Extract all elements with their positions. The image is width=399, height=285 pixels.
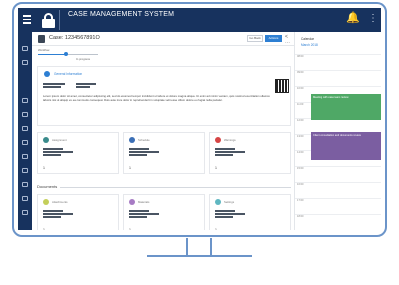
info-icon — [44, 71, 50, 77]
card-title: Warnings — [224, 138, 236, 142]
card-icon — [43, 199, 49, 205]
nav-settings-icon[interactable] — [22, 196, 28, 201]
calendar-slot — [295, 198, 381, 199]
screen: CASE MANAGEMENT SYSTEM 🔔 ⋮ Case: 1234567… — [18, 8, 381, 230]
card-count: 1 — [215, 166, 217, 170]
lock-icon — [40, 10, 60, 30]
documents-section[interactable]: Documents — [37, 183, 291, 191]
calendar-slot — [295, 54, 381, 55]
card-fields — [129, 148, 159, 157]
calendar-header: Calendar — [301, 37, 314, 41]
calendar-time: 11:00 — [297, 103, 304, 106]
card-icon — [43, 137, 49, 143]
card-fields — [129, 210, 159, 219]
calendar-time: 09:00 — [297, 71, 304, 74]
calendar-time: 14:00 — [297, 151, 304, 154]
calendar-time: 08:00 — [297, 55, 304, 58]
menu-icon[interactable] — [23, 15, 31, 24]
calendar-slot — [295, 86, 381, 87]
info-fields — [76, 83, 96, 89]
calendar-time: 17:00 — [297, 199, 304, 202]
card-fields — [43, 210, 73, 219]
summary-card[interactable]: Warnings 1 — [209, 132, 291, 174]
card-title: Schedule — [138, 138, 150, 142]
app-title: CASE MANAGEMENT SYSTEM — [68, 11, 175, 18]
workflow-progress: Workflow In progress — [38, 48, 98, 62]
calendar-time: 13:00 — [297, 135, 304, 138]
progress-fill — [38, 54, 65, 55]
calendar-date[interactable]: March 2018 — [301, 43, 318, 47]
top-bar: CASE MANAGEMENT SYSTEM 🔔 ⋮ — [18, 8, 381, 32]
left-sidebar — [18, 32, 32, 230]
card-icon — [129, 199, 135, 205]
progress-marker — [64, 52, 68, 56]
summary-card[interactable]: Settings 1 — [209, 194, 291, 230]
monitor-stand-neck — [186, 238, 212, 256]
calendar-event[interactable]: Meeting with case team review — [311, 94, 381, 120]
card-count: 1 — [129, 166, 131, 170]
calendar-panel: Calendar March 2018 08:00 09:00 10:00 11:00… — [294, 32, 381, 230]
card-fields — [215, 148, 245, 157]
card-count: 1 — [43, 166, 45, 170]
nav-star-icon[interactable] — [22, 154, 28, 159]
more-options-icon[interactable]: ⋮ — [368, 14, 378, 24]
card-title: Attachments — [52, 200, 68, 204]
calendar-slot — [295, 166, 381, 167]
calendar-slot — [295, 182, 381, 183]
case-icon — [38, 35, 45, 43]
nav-home-icon[interactable] — [22, 60, 28, 65]
card-fields — [43, 148, 73, 157]
documents-label[interactable]: Documents — [37, 184, 61, 189]
case-header: Case: 1234567891O Go Back Actions < ⋯ — [32, 32, 294, 46]
card-icon — [215, 137, 221, 143]
card-fields — [215, 210, 245, 219]
nav-case-icon[interactable] — [22, 126, 28, 131]
general-information-card: General Information Lorem ipsum dolor si… — [37, 66, 291, 126]
summary-card[interactable]: Assignment 1 — [37, 132, 119, 174]
summary-card[interactable]: Attachments 1 — [37, 194, 119, 230]
progress-label: Workflow — [38, 48, 50, 52]
notification-bell-icon[interactable]: 🔔 — [346, 13, 360, 24]
main-content: Case: 1234567891O Go Back Actions < ⋯ Wo… — [32, 32, 294, 230]
nav-list-icon[interactable] — [22, 98, 28, 103]
card-count: 1 — [215, 228, 217, 230]
progress-state: In progress — [76, 57, 90, 61]
card-icon — [129, 137, 135, 143]
summary-card[interactable]: Materials 1 — [123, 194, 205, 230]
case-title: Case: 1234567891O — [49, 35, 100, 41]
card-title: Materials — [138, 200, 150, 204]
calendar-event[interactable]: Client consultation and documents review — [311, 132, 381, 160]
nav-chart-icon[interactable] — [22, 46, 28, 51]
card-icon — [215, 199, 221, 205]
general-info-title: General Information — [54, 72, 83, 76]
nav-doc-icon[interactable] — [22, 168, 28, 173]
actions-button[interactable]: Actions — [265, 35, 282, 42]
general-info-text: Lorem ipsum dolor sit amet, consectetur … — [43, 94, 270, 102]
calendar-time: 15:00 — [297, 167, 304, 170]
go-back-button[interactable]: Go Back — [247, 35, 263, 42]
card-title: Settings — [224, 200, 235, 204]
calendar-time: 12:00 — [297, 119, 304, 122]
calendar-time: 16:00 — [297, 183, 304, 186]
qr-code-icon — [275, 79, 289, 93]
nav-calendar-icon[interactable] — [22, 210, 28, 215]
nav-users-icon[interactable] — [22, 112, 28, 117]
calendar-time: 18:00 — [297, 215, 304, 218]
summary-card[interactable]: Schedule 1 — [123, 132, 205, 174]
card-title: Assignment — [52, 138, 67, 142]
info-fields — [43, 83, 65, 89]
nav-tasks-icon[interactable] — [22, 140, 28, 145]
card-count: 1 — [129, 228, 131, 230]
share-icon[interactable]: < ⋯ — [285, 34, 294, 46]
card-count: 1 — [43, 228, 45, 230]
monitor-stand-base — [147, 255, 252, 257]
calendar-slot — [295, 70, 381, 71]
nav-monitor-icon[interactable] — [22, 182, 28, 187]
calendar-slot — [295, 214, 381, 215]
calendar-time: 10:00 — [297, 87, 304, 90]
